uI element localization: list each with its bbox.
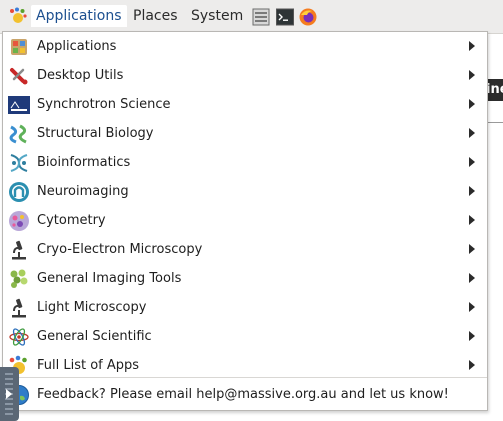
file-manager-icon[interactable] (252, 8, 270, 26)
submenu-arrow-icon (469, 331, 475, 341)
background-window-divider (486, 122, 503, 123)
applications-menu[interactable]: Applications (31, 5, 127, 27)
menu-item-label: Desktop Utils (37, 68, 124, 83)
atom-icon (9, 328, 29, 346)
menu-item-label: Applications (37, 39, 117, 54)
menu-item-full-list-of-apps[interactable]: Full List of Apps (3, 351, 487, 380)
applications-dropdown: Applications Desktop Utils Synchrotron S… (2, 31, 488, 411)
terminal-icon[interactable] (276, 8, 294, 26)
neuroimaging-icon (9, 182, 29, 202)
menu-item-desktop-utils[interactable]: Desktop Utils (3, 61, 487, 90)
menu-item-feedback[interactable]: Feedback? Please email help@massive.org.… (3, 380, 487, 409)
menu-item-cryo-electron-microscopy[interactable]: Cryo-Electron Microscopy (3, 235, 487, 264)
applications-icon (11, 39, 27, 55)
desktop-utils-icon (10, 68, 28, 85)
submenu-arrow-icon (469, 360, 475, 370)
submenu-arrow-icon (469, 244, 475, 254)
menu-item-label: Cryo-Electron Microscopy (37, 242, 203, 257)
menu-separator (3, 377, 487, 378)
background-window-title: ine (486, 79, 503, 101)
cytometry-icon (9, 211, 29, 231)
menu-item-applications[interactable]: Applications (3, 32, 487, 61)
submenu-arrow-icon (469, 302, 475, 312)
submenu-arrow-icon (469, 186, 475, 196)
structural-biology-icon (9, 124, 27, 144)
gnome-foot-icon[interactable] (9, 7, 27, 25)
feedback-label: Feedback? Please email help@massive.org.… (37, 387, 449, 402)
submenu-arrow-icon (469, 41, 475, 51)
menu-item-structural-biology[interactable]: Structural Biology (3, 119, 487, 148)
firefox-icon[interactable] (299, 8, 317, 26)
system-menu[interactable]: System (186, 5, 248, 27)
menu-item-label: Light Microscopy (37, 300, 147, 315)
menu-item-label: Neuroimaging (37, 184, 129, 199)
submenu-arrow-icon (469, 70, 475, 80)
ansto-icon (8, 96, 30, 114)
menu-item-label: General Scientific (37, 329, 152, 344)
imaging-tools-icon (10, 269, 28, 288)
menu-item-general-imaging-tools[interactable]: General Imaging Tools (3, 264, 487, 293)
dock-toggle-tab[interactable] (0, 367, 19, 421)
menu-item-label: Synchrotron Science (37, 97, 171, 112)
menu-item-cytometry[interactable]: Cytometry (3, 206, 487, 235)
expand-arrow-icon (6, 389, 12, 399)
menu-item-neuroimaging[interactable]: Neuroimaging (3, 177, 487, 206)
menu-item-general-scientific[interactable]: General Scientific (3, 322, 487, 351)
menu-item-label: Structural Biology (37, 126, 154, 141)
menu-item-synchrotron-science[interactable]: Synchrotron Science (3, 90, 487, 119)
menu-item-label: General Imaging Tools (37, 271, 182, 286)
bioinformatics-icon (10, 154, 28, 172)
submenu-arrow-icon (469, 215, 475, 225)
menu-item-bioinformatics[interactable]: Bioinformatics (3, 148, 487, 177)
menu-item-label: Bioinformatics (37, 155, 131, 170)
submenu-arrow-icon (469, 157, 475, 167)
menu-item-label: Cytometry (37, 213, 106, 228)
microscope-icon (12, 240, 26, 260)
submenu-arrow-icon (469, 128, 475, 138)
menu-item-label: Full List of Apps (37, 358, 140, 373)
top-panel: Applications Places System (0, 0, 503, 34)
places-menu[interactable]: Places (128, 5, 183, 27)
submenu-arrow-icon (469, 273, 475, 283)
menu-item-light-microscopy[interactable]: Light Microscopy (3, 293, 487, 322)
submenu-arrow-icon (469, 99, 475, 109)
microscope-icon (12, 298, 26, 318)
